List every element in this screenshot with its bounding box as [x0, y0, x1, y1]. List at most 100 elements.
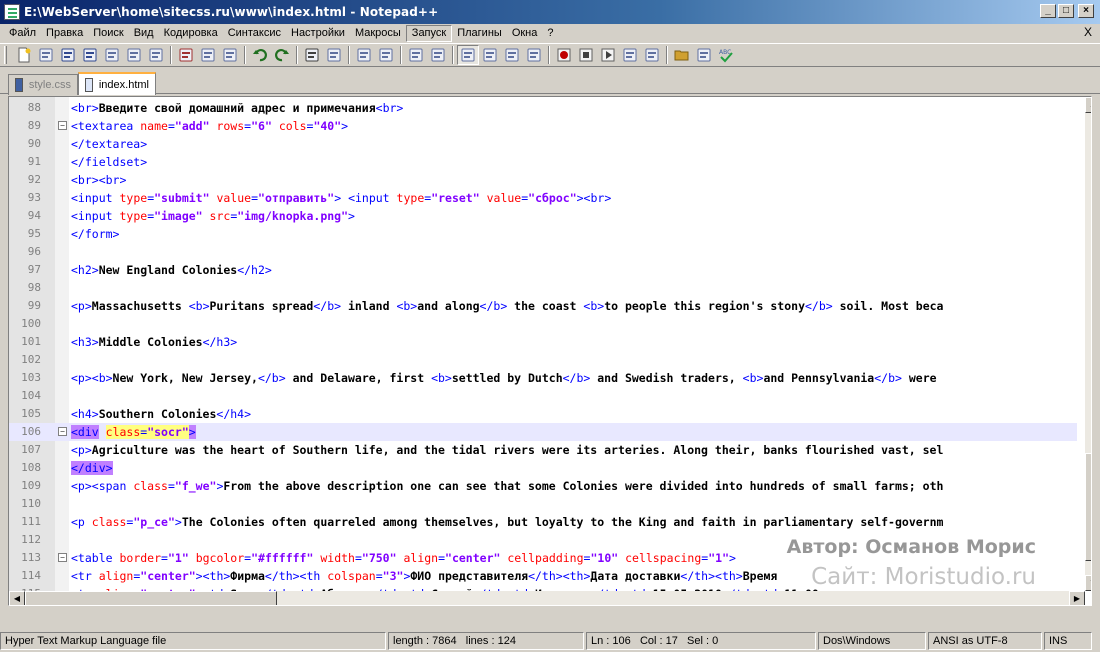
- menu-item[interactable]: Синтаксис: [223, 25, 286, 42]
- zoom-in-icon[interactable]: [353, 45, 375, 65]
- open-folder-icon[interactable]: [671, 45, 693, 65]
- current-code-line[interactable]: 106 − <div class="socr">: [9, 423, 1077, 441]
- code-line[interactable]: 89 − <textarea name="add" rows="6" cols="4…: [9, 117, 1077, 135]
- code-line[interactable]: 88 <br>Введите свой домашний адрес и прим…: [9, 99, 1077, 117]
- code-line[interactable]: 93 <input type="submit" value="отправить"…: [9, 189, 1077, 207]
- save-macro-icon[interactable]: [641, 45, 663, 65]
- code-text: <tr align="center"><th>Фирма</th><th col…: [71, 569, 778, 583]
- code-line[interactable]: 103 <p><b>New York, New Jersey,</b> and D…: [9, 369, 1077, 387]
- code-line[interactable]: 97 <h2>New England Colonies</h2>: [9, 261, 1077, 279]
- sync-vertical-icon[interactable]: [405, 45, 427, 65]
- status-encoding: ANSI as UTF-8: [928, 632, 1042, 650]
- horizontal-scroll-thumb[interactable]: [25, 591, 277, 605]
- menu-item[interactable]: Файл: [4, 25, 41, 42]
- tab-label: style.css: [28, 79, 71, 91]
- view-in-browser-icon[interactable]: [693, 45, 715, 65]
- code-line[interactable]: 92 <br><br>: [9, 171, 1077, 189]
- print-icon[interactable]: [145, 45, 167, 65]
- code-line[interactable]: 109 <p><span class="f_we">From the above …: [9, 477, 1077, 495]
- menu-item[interactable]: Окна: [507, 25, 543, 42]
- find-icon[interactable]: [301, 45, 323, 65]
- paste-icon[interactable]: [219, 45, 241, 65]
- vertical-scroll-thumb[interactable]: [1085, 453, 1091, 561]
- line-number: 101: [21, 335, 41, 348]
- close-icon[interactable]: [101, 45, 123, 65]
- undo-icon[interactable]: [249, 45, 271, 65]
- fold-toggle-icon[interactable]: −: [58, 427, 67, 436]
- word-wrap-icon[interactable]: [457, 45, 479, 65]
- code-line[interactable]: 108 </div>: [9, 459, 1077, 477]
- line-number: 106: [21, 425, 41, 438]
- code-line[interactable]: 100: [9, 315, 1077, 333]
- open-file-icon[interactable]: [35, 45, 57, 65]
- menu-item[interactable]: Запуск: [405, 25, 453, 42]
- line-number: 110: [21, 497, 41, 510]
- user-lang-icon[interactable]: [523, 45, 545, 65]
- close-window-button[interactable]: ×: [1078, 4, 1094, 18]
- code-line[interactable]: 111 <p class="p_ce">The Colonies often qu…: [9, 513, 1077, 531]
- sync-horizontal-icon[interactable]: [427, 45, 449, 65]
- run-macro-multiple-icon[interactable]: [619, 45, 641, 65]
- code-line[interactable]: 102: [9, 351, 1077, 369]
- code-line[interactable]: 110: [9, 495, 1077, 513]
- scroll-left-arrow-icon[interactable]: ◀: [9, 591, 25, 605]
- cut-icon[interactable]: [175, 45, 197, 65]
- tab-index-html[interactable]: index.html: [78, 72, 156, 95]
- copy-icon[interactable]: [197, 45, 219, 65]
- scroll-up-arrow-icon[interactable]: ▲: [1085, 97, 1091, 113]
- menu-item[interactable]: Вид: [129, 25, 159, 42]
- menu-item[interactable]: Макросы: [350, 25, 406, 42]
- toolbar-grip[interactable]: [4, 46, 7, 64]
- notepad-app-icon[interactable]: [4, 4, 20, 20]
- maximize-button[interactable]: □: [1058, 4, 1074, 18]
- line-number: 92: [27, 173, 41, 186]
- code-editor[interactable]: 88 <br>Введите свой домашний адрес и прим…: [8, 96, 1092, 606]
- indent-guide-icon[interactable]: [501, 45, 523, 65]
- close-all-icon[interactable]: [123, 45, 145, 65]
- menu-item[interactable]: Кодировка: [159, 25, 223, 42]
- record-macro-icon[interactable]: [553, 45, 575, 65]
- code-line[interactable]: 95 </form>: [9, 225, 1077, 243]
- fold-toggle-icon[interactable]: −: [58, 553, 67, 562]
- fold-toggle-icon[interactable]: −: [58, 121, 67, 130]
- show-all-chars-icon[interactable]: [479, 45, 501, 65]
- code-line[interactable]: 101 <h3>Middle Colonies</h3>: [9, 333, 1077, 351]
- save-icon[interactable]: [57, 45, 79, 65]
- menu-item[interactable]: ?: [542, 25, 558, 42]
- code-line[interactable]: 96: [9, 243, 1077, 261]
- scroll-down-arrow-icon[interactable]: ▼: [1085, 575, 1091, 591]
- new-file-icon[interactable]: [13, 45, 35, 65]
- horizontal-scrollbar[interactable]: ◀ ▶: [9, 591, 1085, 605]
- stop-macro-icon[interactable]: [575, 45, 597, 65]
- code-line[interactable]: 94 <input type="image" src="img/knopka.pn…: [9, 207, 1077, 225]
- line-number: 98: [27, 281, 41, 294]
- menu-item[interactable]: Настройки: [286, 25, 350, 42]
- status-insert-mode: INS: [1044, 632, 1092, 650]
- menu-item[interactable]: Плагины: [452, 25, 507, 42]
- play-macro-icon[interactable]: [597, 45, 619, 65]
- close-document-button[interactable]: X: [1084, 25, 1092, 39]
- code-line[interactable]: 98: [9, 279, 1077, 297]
- tab-style-css[interactable]: style.css: [8, 74, 78, 95]
- replace-icon[interactable]: [323, 45, 345, 65]
- vertical-scrollbar[interactable]: ▲ ▼: [1085, 97, 1091, 591]
- menu-item[interactable]: Поиск: [88, 25, 128, 42]
- code-line[interactable]: 91 </fieldset>: [9, 153, 1077, 171]
- code-line[interactable]: 104: [9, 387, 1077, 405]
- scroll-right-arrow-icon[interactable]: ▶: [1069, 591, 1085, 605]
- code-area[interactable]: 88 <br>Введите свой домашний адрес и прим…: [9, 97, 1077, 605]
- spellcheck-icon[interactable]: ABC: [715, 45, 737, 65]
- redo-icon[interactable]: [271, 45, 293, 65]
- file-icon: [85, 77, 93, 92]
- code-line[interactable]: 107 <p>Agriculture was the heart of South…: [9, 441, 1077, 459]
- code-text: <table border="1" bgcolor="#ffffff" widt…: [71, 551, 736, 565]
- minimize-button[interactable]: _: [1040, 4, 1056, 18]
- menu-item[interactable]: Правка: [41, 25, 88, 42]
- toolbar-separator: [548, 46, 550, 64]
- window-title: E:\WebServer\home\sitecss.ru\www\index.h…: [24, 5, 439, 19]
- save-all-icon[interactable]: [79, 45, 101, 65]
- code-line[interactable]: 90 </textarea>: [9, 135, 1077, 153]
- zoom-out-icon[interactable]: [375, 45, 397, 65]
- code-line[interactable]: 105 <h4>Southern Colonies</h4>: [9, 405, 1077, 423]
- code-line[interactable]: 99 <p>Massachusetts <b>Puritans spread</b…: [9, 297, 1077, 315]
